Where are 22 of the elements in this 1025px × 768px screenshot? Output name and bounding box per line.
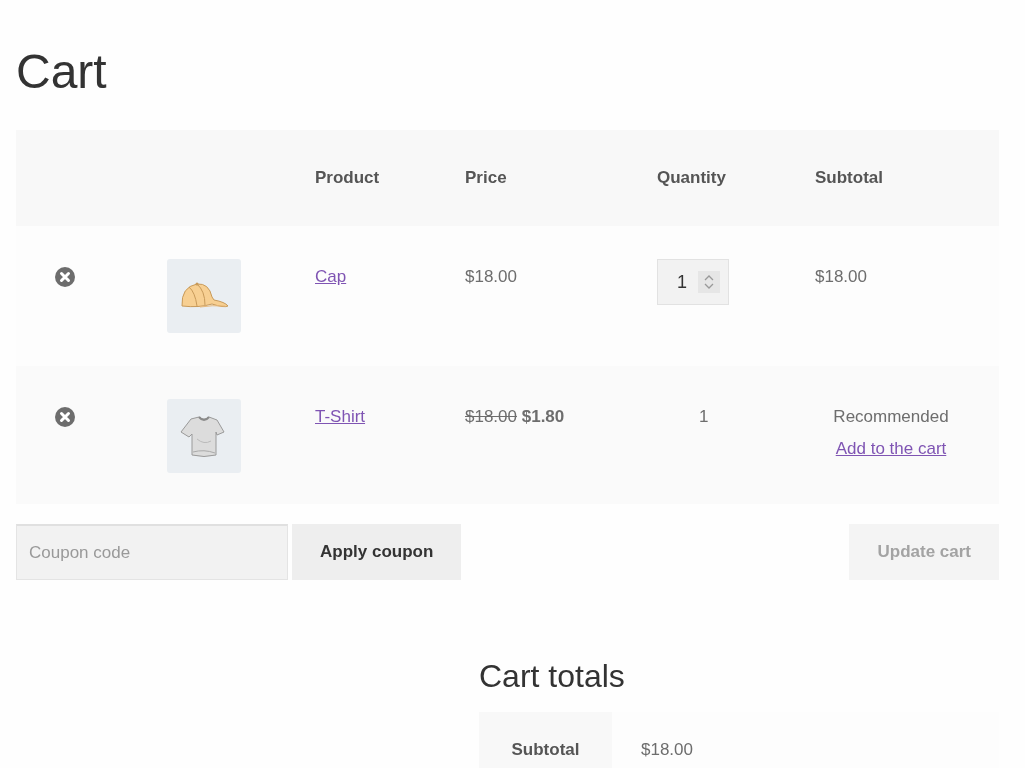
coupon-field[interactable]: Coupon code	[16, 524, 288, 580]
row-value: $18.00	[641, 740, 693, 759]
column-header: Price	[465, 168, 508, 188]
regular-price: $18.00	[465, 407, 517, 426]
product-link[interactable]: Cap	[315, 267, 347, 286]
column-header: Quantity	[657, 168, 727, 188]
remove-icon[interactable]	[55, 407, 75, 427]
column-header: Subtotal	[815, 168, 884, 188]
add-to-cart-link[interactable]: Add to the cart	[835, 439, 947, 458]
remove-icon[interactable]	[55, 267, 75, 287]
subtotal: $18.00	[815, 267, 867, 286]
price: $18.00	[465, 267, 517, 286]
row-label: Subtotal	[511, 740, 580, 759]
page-title: Cart	[16, 44, 108, 100]
apply-coupon-button[interactable]: Apply coupon	[292, 524, 462, 580]
recommended-label: Recommended	[832, 406, 950, 428]
product-link[interactable]: T-Shirt	[315, 407, 366, 426]
quantity: 1	[699, 407, 709, 426]
section-title: Cart totals	[479, 657, 626, 696]
sale-price: $1.80	[521, 407, 565, 426]
column-header: Product	[315, 168, 381, 188]
quantity-field[interactable]: 1	[657, 259, 729, 305]
